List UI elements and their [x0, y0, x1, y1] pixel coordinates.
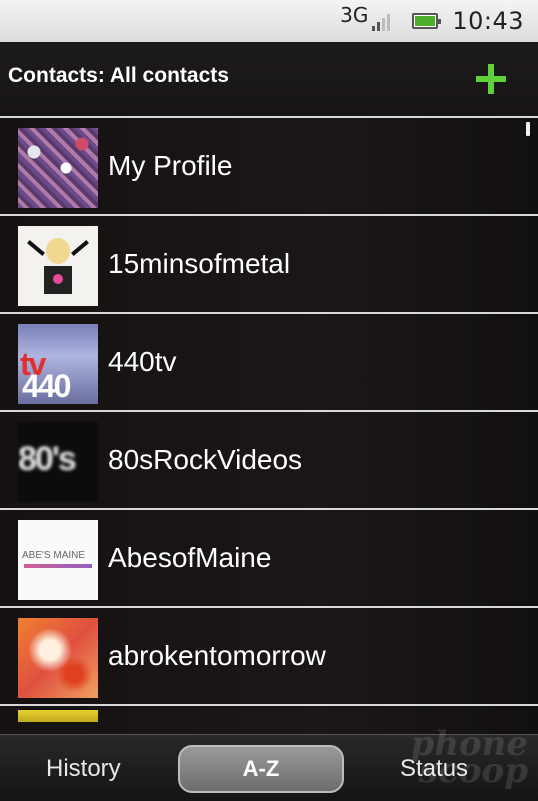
- contact-name: 15minsofmetal: [108, 248, 291, 279]
- bottom-tab-bar: History A-Z Status phone scoop: [0, 727, 538, 801]
- contact-row-15minsofmetal[interactable]: 15minsofmetal: [0, 214, 538, 312]
- network-type: 3G: [340, 3, 369, 27]
- contact-avatar: ABE'S MAINE: [18, 520, 98, 600]
- contact-avatar: 80's: [18, 422, 98, 502]
- avatar-text: 80's: [18, 440, 77, 478]
- contacts-header: Contacts: All contacts: [0, 42, 538, 116]
- battery-icon: [412, 13, 442, 29]
- contact-avatar: [18, 618, 98, 698]
- contact-name: My Profile: [108, 150, 233, 181]
- watermark: phone scoop: [410, 727, 528, 791]
- contact-name: 80sRockVideos: [108, 444, 303, 475]
- contact-row-abesofmaine[interactable]: ABE'S MAINE AbesofMaine: [0, 508, 538, 606]
- contact-name: 440tv: [108, 346, 177, 377]
- contact-list[interactable]: My Profile 15minsofmetal 440 tv 440tv 80'…: [0, 116, 538, 734]
- contact-name: abrokentomorrow: [108, 640, 326, 671]
- contact-avatar: 440 tv: [18, 324, 98, 404]
- contact-name: AbesofMaine: [108, 542, 272, 573]
- contact-row-80srockvideos[interactable]: 80's 80sRockVideos: [0, 410, 538, 508]
- contact-avatar: [18, 128, 98, 208]
- contact-row-440tv[interactable]: 440 tv 440tv: [0, 312, 538, 410]
- contact-row-my-profile[interactable]: My Profile: [0, 116, 538, 214]
- avatar-text: 440: [22, 368, 71, 404]
- page-title: Contacts: All contacts: [8, 64, 229, 87]
- list-scrollbar[interactable]: [526, 122, 530, 136]
- signal-bars-icon: [372, 11, 391, 31]
- tab-history[interactable]: History: [46, 755, 121, 783]
- tab-a-z[interactable]: A-Z: [178, 745, 344, 793]
- contact-row-abrokentomorrow[interactable]: abrokentomorrow: [0, 606, 538, 704]
- watermark-line-2: scoop: [419, 750, 528, 791]
- clock: 10:43: [452, 7, 524, 35]
- add-contact-plus-icon[interactable]: [476, 64, 506, 94]
- status-bar: 3G 10:43: [0, 0, 538, 42]
- contact-avatar: [18, 226, 98, 306]
- avatar-text: ABE'S MAINE: [22, 550, 86, 561]
- contact-avatar: [18, 710, 98, 722]
